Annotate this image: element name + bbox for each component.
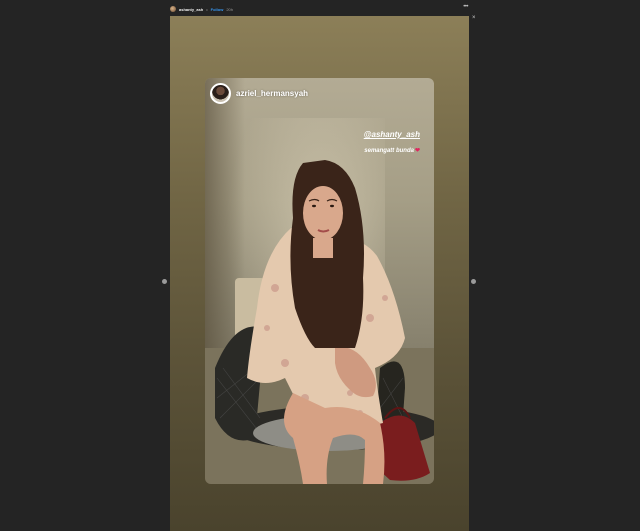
shared-post-header[interactable]: azriel_hermansyah — [210, 83, 308, 104]
story-header: ashanty_ash • Follow 20h ••• — [170, 4, 470, 14]
prev-arrow-icon[interactable] — [162, 279, 167, 284]
close-icon[interactable]: × — [472, 15, 476, 21]
mention-handle[interactable]: @ashanty_ash — [364, 130, 420, 139]
heart-icon: ❤ — [414, 148, 420, 154]
follow-button[interactable]: Follow — [211, 7, 224, 12]
more-options-icon[interactable]: ••• — [463, 4, 468, 10]
avatar[interactable] — [210, 83, 231, 104]
neck — [313, 238, 333, 258]
mention-caption: semangatt bunda❤ — [364, 147, 420, 154]
next-arrow-icon[interactable] — [471, 279, 476, 284]
shared-post-card[interactable]: azriel_hermansyah @ashanty_ash semangatt… — [205, 78, 434, 484]
story-frame[interactable]: azriel_hermansyah @ashanty_ash semangatt… — [170, 16, 469, 531]
post-time: 20h — [226, 6, 233, 12]
avatar-image — [212, 85, 229, 102]
header-avatar[interactable] — [170, 6, 176, 12]
header-username[interactable]: ashanty_ash — [179, 7, 203, 12]
mention-sticker[interactable]: @ashanty_ash semangatt bunda❤ — [364, 130, 420, 157]
header-separator: • — [206, 6, 208, 12]
shared-post-username[interactable]: azriel_hermansyah — [236, 89, 308, 98]
caption-text: semangatt bunda — [364, 148, 414, 154]
